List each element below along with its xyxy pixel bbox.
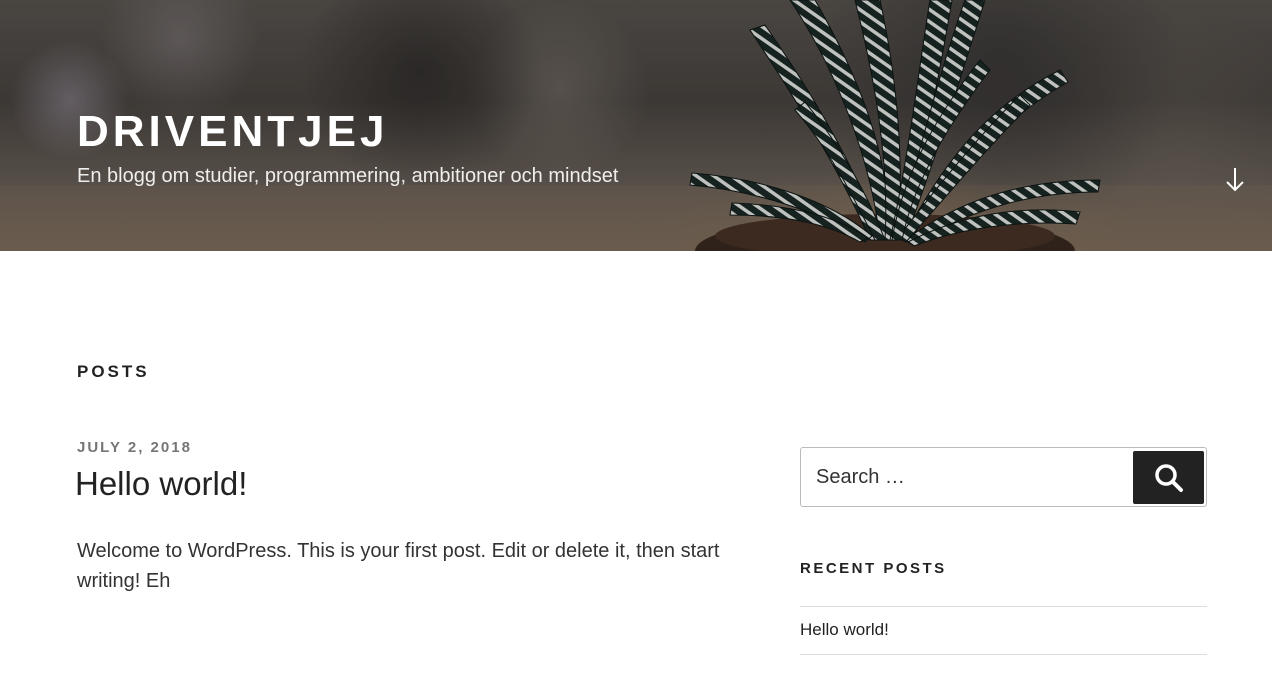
site-title[interactable]: DRIVENTJEJ [77,106,388,158]
recent-post-link[interactable]: Hello world! [800,620,889,639]
search-input[interactable] [801,448,1131,506]
recent-posts-list: Hello world! [800,606,1207,655]
post-title[interactable]: Hello world! [75,464,727,504]
search-button[interactable] [1133,451,1204,504]
page-title: POSTS [77,362,150,381]
list-item: Hello world! [800,607,1207,655]
post-excerpt: Welcome to WordPress. This is your first… [77,540,720,592]
post-date[interactable]: JULY 2, 2018 [77,438,727,458]
arrow-down-icon [1226,168,1244,192]
site-header: DRIVENTJEJ En blogg om studier, programm… [0,0,1272,251]
scroll-down-button[interactable] [1222,166,1248,194]
recent-posts-title: RECENT POSTS [800,560,947,577]
post-entry: JULY 2, 2018 Hello world! Welcome to Wor… [75,438,727,596]
site-description: En blogg om studier, programmering, ambi… [77,165,619,187]
search-icon [1154,463,1183,492]
search-form [800,447,1207,507]
